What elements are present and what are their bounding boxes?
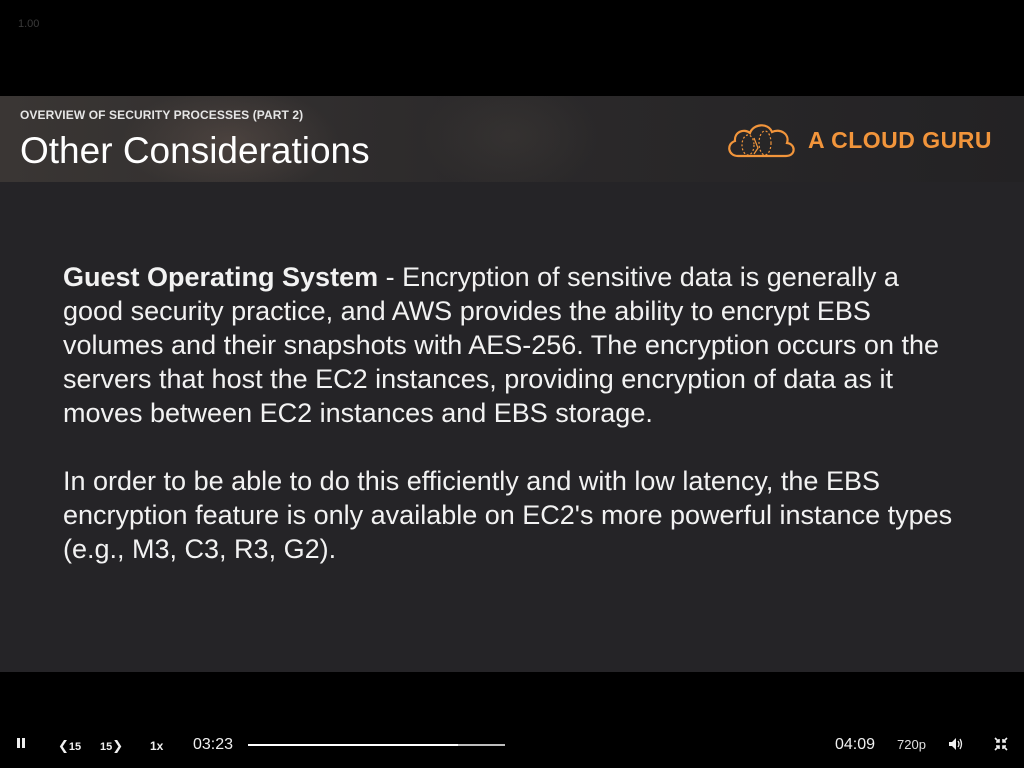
brand-logo: A CLOUD GURU bbox=[724, 118, 992, 162]
current-time: 03:23 bbox=[193, 736, 234, 753]
cloud-logo-icon bbox=[728, 124, 795, 158]
volume-icon bbox=[949, 738, 963, 750]
speed-indicator: 1.00 bbox=[18, 18, 40, 30]
duration: 04:09 bbox=[835, 736, 876, 753]
progress-bar[interactable] bbox=[248, 744, 505, 746]
slide: OVERVIEW OF SECURITY PROCESSES (PART 2) … bbox=[0, 96, 1024, 672]
paragraph-guest-os: Guest Operating System - Encryption of s… bbox=[63, 260, 963, 430]
forward-15-button[interactable]: 15❯ bbox=[100, 738, 123, 754]
section-title: OVERVIEW OF SECURITY PROCESSES (PART 2) bbox=[20, 108, 304, 122]
rewind-15-button[interactable]: ❮15 bbox=[58, 738, 81, 754]
volume-button[interactable] bbox=[948, 737, 964, 754]
exit-fullscreen-button[interactable] bbox=[994, 737, 1008, 754]
forward-label: 15 bbox=[100, 741, 113, 753]
slide-body: Guest Operating System - Encryption of s… bbox=[63, 260, 963, 600]
pause-icon bbox=[17, 738, 25, 748]
playback-speed-button[interactable]: 1x bbox=[150, 739, 163, 753]
brand-name: A CLOUD GURU bbox=[807, 126, 992, 153]
slide-header: OVERVIEW OF SECURITY PROCESSES (PART 2) … bbox=[0, 96, 1024, 182]
video-player[interactable]: 1.00 OVERVIEW OF SECURITY PROCESSES (PAR… bbox=[0, 0, 1024, 768]
slide-title: Other Considerations bbox=[20, 130, 370, 171]
chevron-right-icon: ❯ bbox=[112, 738, 124, 753]
rewind-label: 15 bbox=[68, 741, 82, 753]
progress-fill bbox=[248, 744, 458, 746]
exit-fullscreen-icon bbox=[994, 737, 1008, 751]
chevron-left-icon: ❮ bbox=[58, 738, 69, 753]
paragraph-heading: Guest Operating System bbox=[63, 262, 379, 292]
paragraph-ebs-encryption: In order to be able to do this efficient… bbox=[63, 466, 953, 564]
quality-button[interactable]: 720p bbox=[897, 737, 926, 752]
player-controls: ❮15 15❯ 1x 03:23 04:09 720p bbox=[0, 722, 1024, 768]
pause-button[interactable] bbox=[16, 737, 26, 752]
